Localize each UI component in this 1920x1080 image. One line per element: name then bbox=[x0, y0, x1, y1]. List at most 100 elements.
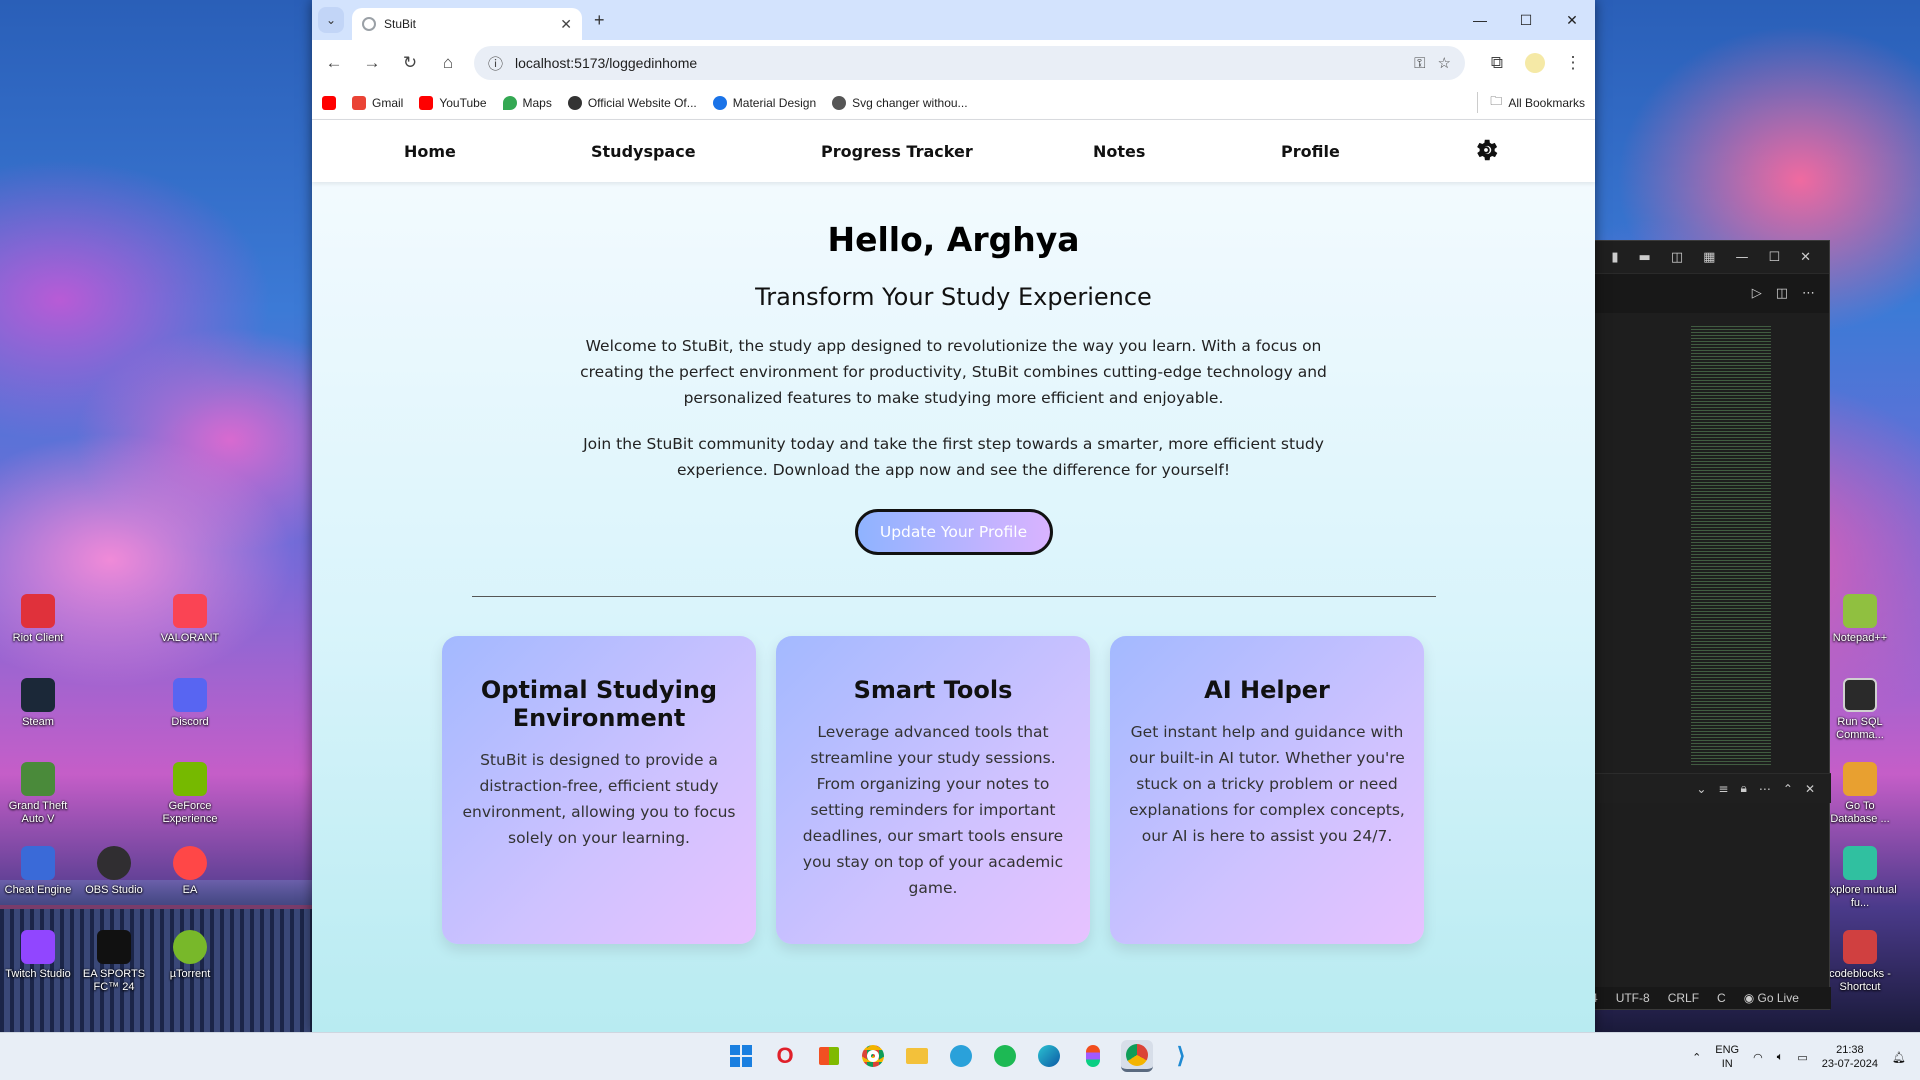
desktop-icon-cheat-engine[interactable]: Cheat Engine bbox=[0, 846, 76, 897]
editor-maximize-icon[interactable]: ☐ bbox=[1768, 250, 1780, 265]
valorant-icon bbox=[173, 594, 207, 628]
panel-list-icon[interactable]: ≡ bbox=[1718, 782, 1728, 796]
chrome-icon bbox=[1126, 1043, 1148, 1066]
bookmark-material-design[interactable]: Material Design bbox=[712, 95, 816, 110]
split-layout-icon[interactable]: ◫ bbox=[1671, 250, 1683, 265]
panel-more-icon[interactable]: ⋯ bbox=[1759, 782, 1771, 796]
run-icon[interactable]: ▷ bbox=[1752, 286, 1762, 301]
editor-minimize-icon[interactable]: — bbox=[1735, 250, 1748, 265]
volume-icon[interactable]: 🔈︎ bbox=[1777, 1051, 1784, 1064]
desktop-icon-explore-mutual-funds[interactable]: Explore mutual fu... bbox=[1822, 846, 1898, 910]
bookmark-official-website[interactable]: Official Website Of... bbox=[567, 95, 697, 110]
profile-avatar[interactable] bbox=[1525, 53, 1545, 73]
desktop-icon-steam[interactable]: Steam bbox=[0, 678, 76, 729]
nav-studyspace[interactable]: Studyspace bbox=[591, 142, 696, 161]
tab-search-button[interactable]: ⌄ bbox=[318, 7, 344, 33]
start-button[interactable] bbox=[725, 1040, 757, 1072]
battery-icon[interactable]: ▭ bbox=[1797, 1051, 1807, 1064]
desktop-icon-riot-client[interactable]: Riot Client bbox=[0, 594, 76, 645]
status-language[interactable]: C bbox=[1717, 991, 1726, 1005]
nav-home[interactable]: Home bbox=[404, 142, 456, 161]
extensions-icon[interactable]: ⧉ bbox=[1485, 53, 1509, 73]
wifi-icon[interactable]: ◠ bbox=[1753, 1051, 1763, 1064]
taskbar-vscode[interactable]: ⟩ bbox=[1165, 1040, 1197, 1072]
desktop-icon-notepad-plus-plus[interactable]: Notepad++ bbox=[1822, 594, 1898, 645]
desktop-icon-utorrent[interactable]: µTorrent bbox=[152, 930, 228, 981]
panel-maximize-icon[interactable]: ⌃ bbox=[1783, 782, 1793, 796]
panel-toggle-icon[interactable]: ▬ bbox=[1639, 250, 1651, 265]
close-tab-icon[interactable]: ✕ bbox=[560, 16, 572, 33]
desktop-icon-obs-studio[interactable]: OBS Studio bbox=[76, 846, 152, 897]
split-editor-icon[interactable]: ◫ bbox=[1776, 286, 1788, 301]
taskbar-telegram[interactable] bbox=[945, 1040, 977, 1072]
status-eol[interactable]: CRLF bbox=[1668, 991, 1699, 1005]
status-go-live[interactable]: ◉ Go Live bbox=[1744, 991, 1799, 1005]
taskbar-file-explorer[interactable] bbox=[901, 1040, 933, 1072]
bookmark-youtube-short[interactable] bbox=[322, 95, 336, 110]
site-info-icon[interactable]: ⓘ bbox=[488, 53, 503, 74]
taskbar-figma[interactable] bbox=[1077, 1040, 1109, 1072]
nav-profile[interactable]: Profile bbox=[1281, 142, 1340, 161]
url-text[interactable]: localhost:5173/loggedinhome bbox=[515, 55, 1402, 71]
desktop-icon-valorant[interactable]: VALORANT bbox=[152, 594, 228, 645]
home-icon[interactable]: ⌂ bbox=[436, 53, 460, 73]
panel-lock-icon[interactable]: 🔒︎ bbox=[1740, 781, 1746, 796]
notification-bell-icon[interactable]: 🔔︎ bbox=[1892, 1051, 1906, 1064]
panel-close-icon[interactable]: ✕ bbox=[1805, 782, 1815, 796]
close-window-icon[interactable]: ✕ bbox=[1549, 0, 1595, 40]
desktop-icon-go-to-database[interactable]: Go To Database ... bbox=[1822, 762, 1898, 826]
forward-arrow-icon[interactable]: → bbox=[360, 53, 384, 73]
more-actions-icon[interactable]: ⋯ bbox=[1802, 286, 1815, 301]
code-editor-window[interactable]: ▮ ▬ ◫ ▦ — ☐ ✕ ▷ ◫ ⋯ ⌄ ≡ 🔒︎ ⋯ ⌃ ✕ 4 UTF-8… bbox=[1580, 240, 1831, 1010]
maximize-icon[interactable]: ☐ bbox=[1503, 0, 1549, 40]
taskbar-spotify[interactable] bbox=[989, 1040, 1021, 1072]
settings-gear-icon[interactable] bbox=[1472, 136, 1500, 164]
greeting-heading: Hello, Arghya bbox=[827, 220, 1080, 259]
reload-icon[interactable]: ↻ bbox=[398, 53, 422, 73]
editor-toolbar: ▷ ◫ ⋯ bbox=[1581, 273, 1829, 313]
taskbar-chrome[interactable] bbox=[857, 1040, 889, 1072]
nav-notes[interactable]: Notes bbox=[1093, 142, 1145, 161]
editor-minimap[interactable] bbox=[1691, 326, 1771, 766]
panel-dropdown-icon[interactable]: ⌄ bbox=[1696, 782, 1706, 796]
taskbar-edge[interactable] bbox=[1033, 1040, 1065, 1072]
all-bookmarks-button[interactable]: 🗀 All Bookmarks bbox=[1477, 92, 1585, 113]
editor-close-icon[interactable]: ✕ bbox=[1800, 250, 1811, 265]
bookmark-svg-changer[interactable]: Svg changer withou... bbox=[832, 95, 968, 110]
bookmarks-bar: Gmail YouTube Maps Official Website Of..… bbox=[312, 86, 1595, 120]
desktop-icon-discord[interactable]: Discord bbox=[152, 678, 228, 729]
bookmark-maps[interactable]: Maps bbox=[502, 95, 552, 110]
desktop-icon-ea[interactable]: EA bbox=[152, 846, 228, 897]
desktop-icon-gta-v[interactable]: Grand Theft Auto V bbox=[0, 762, 76, 826]
store-icon bbox=[819, 1047, 839, 1065]
layout-toggle-icon[interactable]: ▮ bbox=[1611, 250, 1618, 265]
desktop-icon-twitch-studio[interactable]: Twitch Studio bbox=[0, 930, 76, 981]
tab-stubit[interactable]: StuBit ✕ bbox=[352, 8, 582, 40]
minimize-icon[interactable]: — bbox=[1457, 0, 1503, 40]
password-key-icon[interactable]: ⚿ bbox=[1414, 55, 1425, 72]
taskbar-store[interactable] bbox=[813, 1040, 845, 1072]
update-profile-button[interactable]: Update Your Profile bbox=[854, 509, 1053, 555]
back-arrow-icon[interactable]: ← bbox=[322, 53, 346, 73]
language-indicator[interactable]: ENG IN bbox=[1715, 1043, 1739, 1071]
desktop-icon-geforce[interactable]: GeForce Experience bbox=[152, 762, 228, 826]
bookmark-star-icon[interactable]: ☆ bbox=[1438, 54, 1451, 72]
bookmark-youtube[interactable]: YouTube bbox=[419, 95, 487, 110]
desktop-icon-run-sql[interactable]: Run SQL Comma... bbox=[1822, 678, 1898, 742]
status-encoding[interactable]: UTF-8 bbox=[1616, 991, 1650, 1005]
browser-menu-icon[interactable]: ⋮ bbox=[1561, 53, 1585, 73]
sql-command-icon bbox=[1843, 678, 1877, 712]
address-bar[interactable]: ⓘ localhost:5173/loggedinhome ⚿ ☆ bbox=[474, 46, 1465, 80]
bookmark-gmail[interactable]: Gmail bbox=[352, 95, 403, 110]
clock[interactable]: 21:38 23-07-2024 bbox=[1822, 1043, 1878, 1071]
desktop-icon-ea-sports-fc[interactable]: EA SPORTS FC™ 24 bbox=[76, 930, 152, 994]
editor-status-bar: 4 UTF-8 CRLF C ◉ Go Live bbox=[1581, 987, 1831, 1009]
show-hidden-icons-chevron-icon[interactable]: ⌃ bbox=[1692, 1051, 1701, 1064]
new-tab-button[interactable]: + bbox=[594, 10, 605, 31]
desktop-icon-codeblocks[interactable]: codeblocks - Shortcut bbox=[1822, 930, 1898, 994]
telegram-icon bbox=[950, 1045, 972, 1067]
taskbar-chrome-active[interactable] bbox=[1121, 1040, 1153, 1072]
customize-layout-icon[interactable]: ▦ bbox=[1703, 250, 1715, 265]
taskbar-opera[interactable]: O bbox=[769, 1040, 801, 1072]
nav-progress-tracker[interactable]: Progress Tracker bbox=[821, 142, 973, 161]
